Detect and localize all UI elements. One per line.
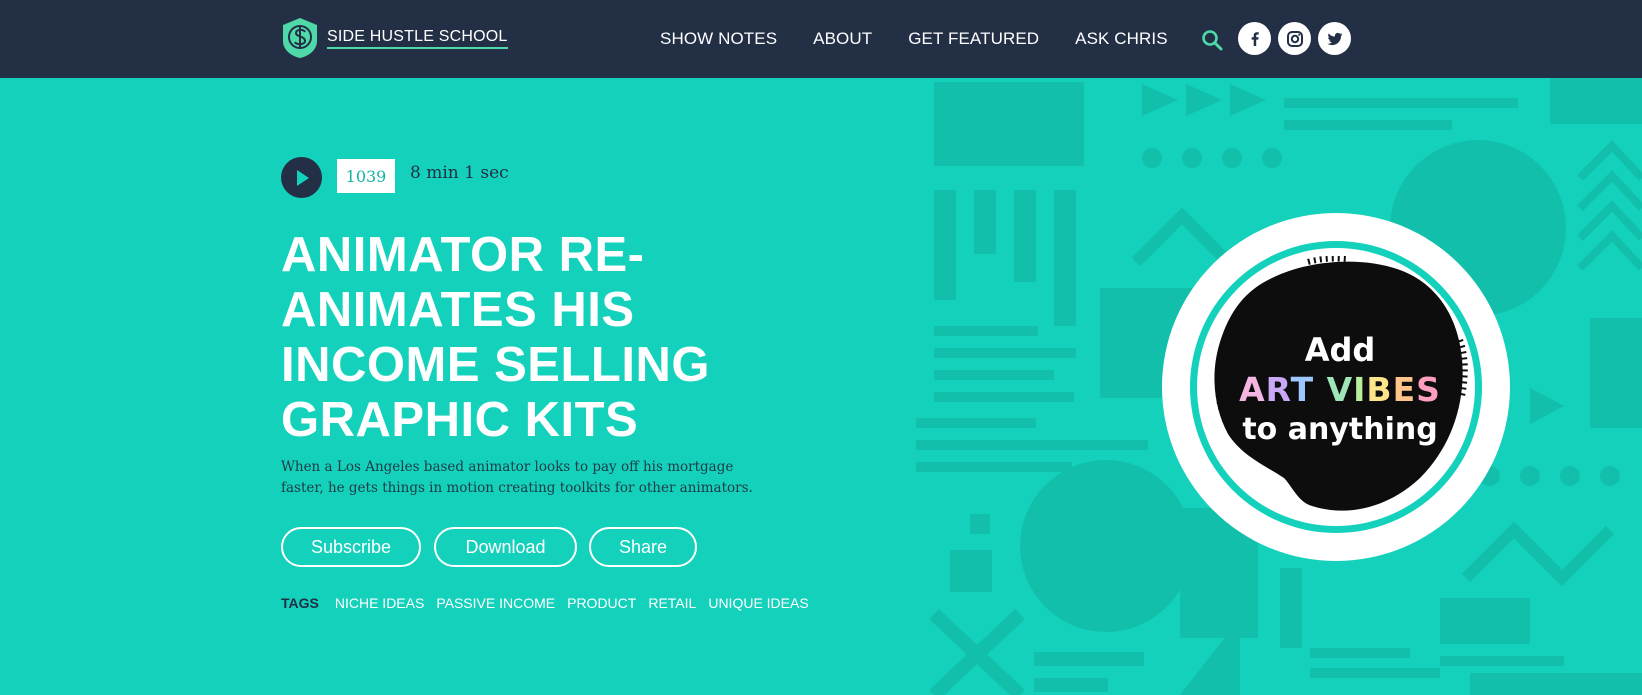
artwork-letter: B: [1366, 370, 1393, 409]
dollar-shield-icon: [283, 18, 317, 58]
artwork-line-1: Add: [1304, 331, 1376, 369]
play-button[interactable]: [281, 157, 322, 198]
episode-duration: 8 min 1 sec: [410, 163, 509, 183]
artwork-letter: E: [1392, 370, 1417, 409]
artwork-letter: S: [1416, 370, 1441, 409]
instagram-icon: [1286, 30, 1303, 47]
facebook-button[interactable]: [1238, 22, 1271, 55]
tag-retail[interactable]: RETAIL: [648, 595, 696, 611]
nav-ask-chris[interactable]: ASK CHRIS: [1075, 29, 1168, 49]
main-menu: SHOW NOTES ABOUT GET FEATURED ASK CHRIS: [660, 0, 1204, 78]
twitter-button[interactable]: [1318, 22, 1351, 55]
tag-product[interactable]: PRODUCT: [567, 595, 636, 611]
tags-list: TAGS NICHE IDEAS PASSIVE INCOME PRODUCT …: [281, 595, 821, 611]
tag-niche-ideas[interactable]: NICHE IDEAS: [335, 595, 424, 611]
nav-get-featured[interactable]: GET FEATURED: [908, 29, 1039, 49]
twitter-icon: [1327, 32, 1342, 45]
artwork-text: Add ART VIBES to anything: [1212, 330, 1468, 450]
share-button[interactable]: Share: [589, 527, 697, 567]
artwork-line-2: ART VIBES: [1212, 370, 1468, 410]
brand-logo[interactable]: SIDE HUSTLE SCHOOL: [281, 17, 508, 59]
artwork-letter: V: [1326, 370, 1354, 409]
artwork-letter: A: [1239, 370, 1266, 409]
tag-unique-ideas[interactable]: UNIQUE IDEAS: [708, 595, 808, 611]
tag-passive-income[interactable]: PASSIVE INCOME: [436, 595, 555, 611]
brand-name: SIDE HUSTLE SCHOOL: [327, 28, 508, 49]
search-icon[interactable]: [1200, 28, 1224, 52]
nav-show-notes[interactable]: SHOW NOTES: [660, 29, 777, 49]
instagram-button[interactable]: [1278, 22, 1311, 55]
facebook-icon: [1251, 31, 1259, 46]
subscribe-button[interactable]: Subscribe: [281, 527, 421, 567]
artwork-letter: [1314, 370, 1327, 409]
episode-description: When a Los Angeles based animator looks …: [281, 459, 753, 496]
download-button[interactable]: Download: [434, 527, 577, 567]
artwork-letter: I: [1353, 370, 1367, 409]
artwork-letter: R: [1265, 370, 1291, 409]
play-icon: [296, 169, 309, 186]
episode-title: ANIMATOR RE-ANIMATES HIS INCOME SELLING …: [281, 228, 710, 447]
top-nav: SIDE HUSTLE SCHOOL SHOW NOTES ABOUT GET …: [0, 0, 1642, 78]
artwork-line-3: to anything: [1242, 412, 1438, 447]
nav-about[interactable]: ABOUT: [813, 29, 872, 49]
tags-label: TAGS: [281, 595, 319, 611]
artwork-letter: T: [1290, 370, 1315, 409]
episode-number: 1039: [337, 159, 395, 193]
